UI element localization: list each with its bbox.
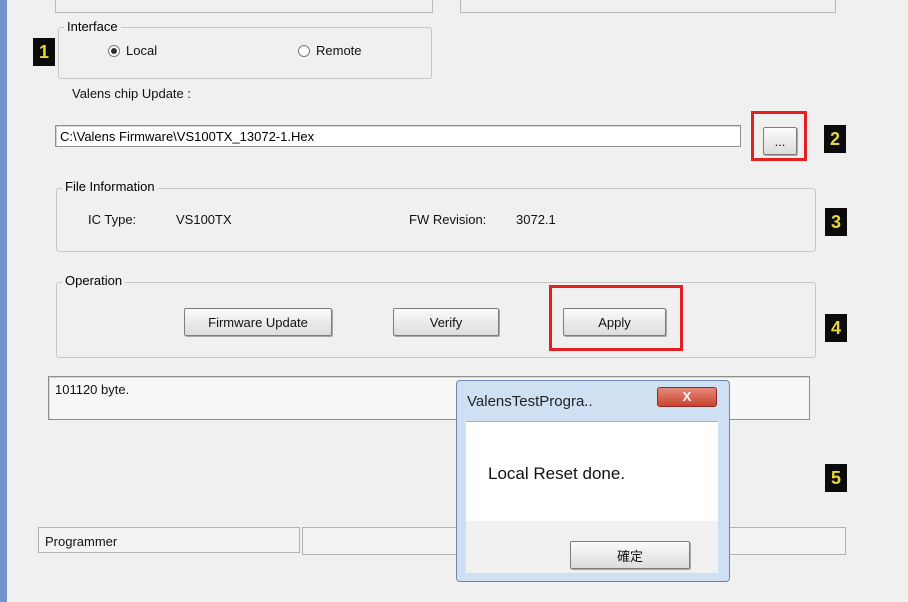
top-panel-left xyxy=(55,0,433,13)
operation-legend: Operation xyxy=(62,273,126,288)
step-marker-5: 5 xyxy=(825,464,847,492)
remote-radio[interactable] xyxy=(298,45,310,57)
remote-radio-label[interactable]: Remote xyxy=(316,43,362,58)
status-programmer-label: Programmer xyxy=(45,534,118,549)
dialog-ok-button[interactable]: 確定 xyxy=(570,541,690,569)
step-marker-2: 2 xyxy=(824,125,846,153)
firmware-update-button[interactable]: Firmware Update xyxy=(184,308,332,336)
file-information-legend: File Information xyxy=(62,179,158,194)
local-radio-label[interactable]: Local xyxy=(126,43,157,58)
dialog-message: Local Reset done. xyxy=(488,464,626,483)
fw-revision-label: FW Revision: xyxy=(409,212,487,227)
verify-button[interactable]: Verify xyxy=(393,308,499,336)
dialog-close-button[interactable]: X xyxy=(657,387,717,407)
message-dialog: ValensTestProgra.. X Local Reset done. 確… xyxy=(456,380,730,582)
dialog-body: Local Reset done. xyxy=(466,421,718,522)
ic-type-value: VS100TX xyxy=(176,212,232,227)
step-marker-4: 4 xyxy=(825,314,847,342)
chip-update-label: Valens chip Update : xyxy=(72,86,191,101)
log-text: 101120 byte. xyxy=(55,382,130,397)
browse-button[interactable]: ... xyxy=(763,127,797,155)
fw-revision-value: 3072.1 xyxy=(516,212,556,227)
apply-button[interactable]: Apply xyxy=(563,308,666,336)
local-radio[interactable] xyxy=(108,45,120,57)
dialog-footer: 確定 xyxy=(466,521,718,573)
ic-type-label: IC Type: xyxy=(88,212,137,227)
step-marker-3: 3 xyxy=(825,208,847,236)
step-marker-1: 1 xyxy=(33,38,55,66)
top-panel-right xyxy=(460,0,836,13)
status-programmer-pane: Programmer xyxy=(38,527,300,553)
window-left-border xyxy=(0,0,7,602)
firmware-path-input[interactable] xyxy=(55,125,741,147)
dialog-title: ValensTestProgra.. xyxy=(467,393,593,410)
interface-legend: Interface xyxy=(64,19,121,34)
